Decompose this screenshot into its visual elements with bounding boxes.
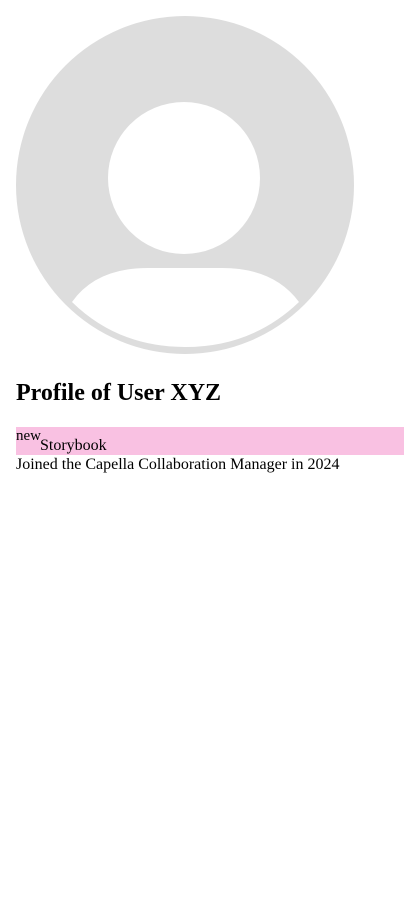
joined-text: Joined the Capella Collaboration Manager… [16,456,340,473]
avatar-graphic [16,16,354,354]
page-title: Profile of User XYZ [16,380,222,406]
new-tag: new [16,428,41,444]
avatar-head [108,102,260,254]
avatar-shoulders [72,268,299,347]
user-placeholder-icon [16,16,356,356]
badge-label: Storybook [40,437,107,454]
storybook-badge: new Storybook [16,427,404,455]
profile-page: Profile of User XYZ new Storybook Joined… [0,0,420,920]
